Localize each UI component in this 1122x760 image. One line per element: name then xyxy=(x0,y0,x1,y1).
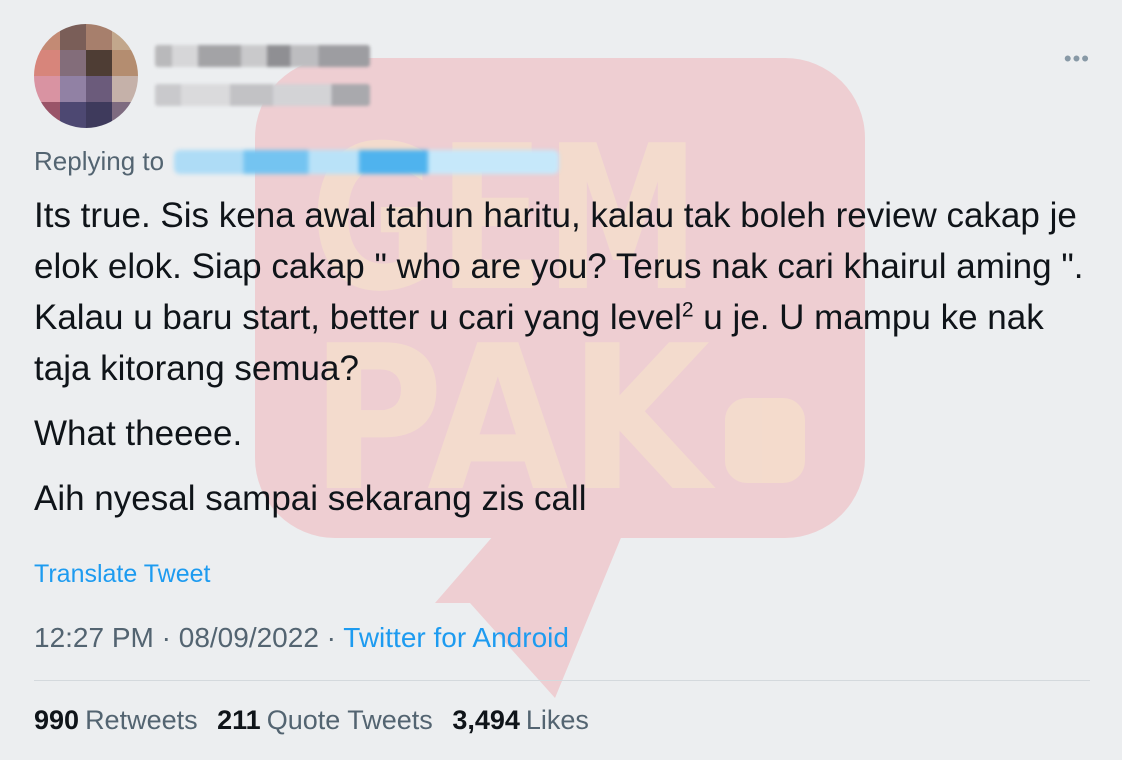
engagement-stats: 990 Retweets 211 Quote Tweets 3,494 Likes xyxy=(34,705,601,736)
meta-separator: · xyxy=(153,622,179,653)
likes-label: Likes xyxy=(525,705,589,735)
replying-to: Replying to xyxy=(34,146,560,177)
retweets-label: Retweets xyxy=(85,705,198,735)
tweet-paragraph-1: Its true. Sis kena awal tahun haritu, ka… xyxy=(34,190,1094,394)
tweet-date[interactable]: 08/09/2022 xyxy=(179,622,319,653)
author-handle-redacted[interactable] xyxy=(155,84,370,106)
tweet: ••• Replying to Its true. Sis kena awal … xyxy=(0,0,1122,760)
replying-to-label: Replying to xyxy=(34,146,165,176)
retweets-count: 990 xyxy=(34,705,80,735)
quote-tweets-stat[interactable]: 211 Quote Tweets xyxy=(217,705,433,735)
tweet-text: Its true. Sis kena awal tahun haritu, ka… xyxy=(34,190,1094,524)
likes-stat[interactable]: 3,494 Likes xyxy=(452,705,589,735)
likes-count: 3,494 xyxy=(452,705,520,735)
avatar[interactable] xyxy=(34,24,138,128)
tweet-paragraph-2: What theeee. xyxy=(34,414,243,453)
author-name-redacted[interactable] xyxy=(155,45,370,67)
superscript: 2 xyxy=(681,298,694,322)
translate-tweet-link[interactable]: Translate Tweet xyxy=(34,560,210,589)
tweet-time[interactable]: 12:27 PM xyxy=(34,622,154,653)
meta-separator: · xyxy=(318,622,344,653)
tweet-source-link[interactable]: Twitter for Android xyxy=(343,622,569,653)
tweet-metadata: 12:27 PM · 08/09/2022 · Twitter for Andr… xyxy=(34,622,569,654)
retweets-stat[interactable]: 990 Retweets xyxy=(34,705,198,735)
tweet-paragraph-3: Aih nyesal sampai sekarang zis call xyxy=(34,479,587,518)
quote-tweets-label: Quote Tweets xyxy=(266,705,433,735)
more-options-icon[interactable]: ••• xyxy=(1064,48,1090,70)
quote-tweets-count: 211 xyxy=(217,705,261,735)
divider xyxy=(34,680,1090,681)
replied-user-redacted[interactable] xyxy=(174,149,560,174)
